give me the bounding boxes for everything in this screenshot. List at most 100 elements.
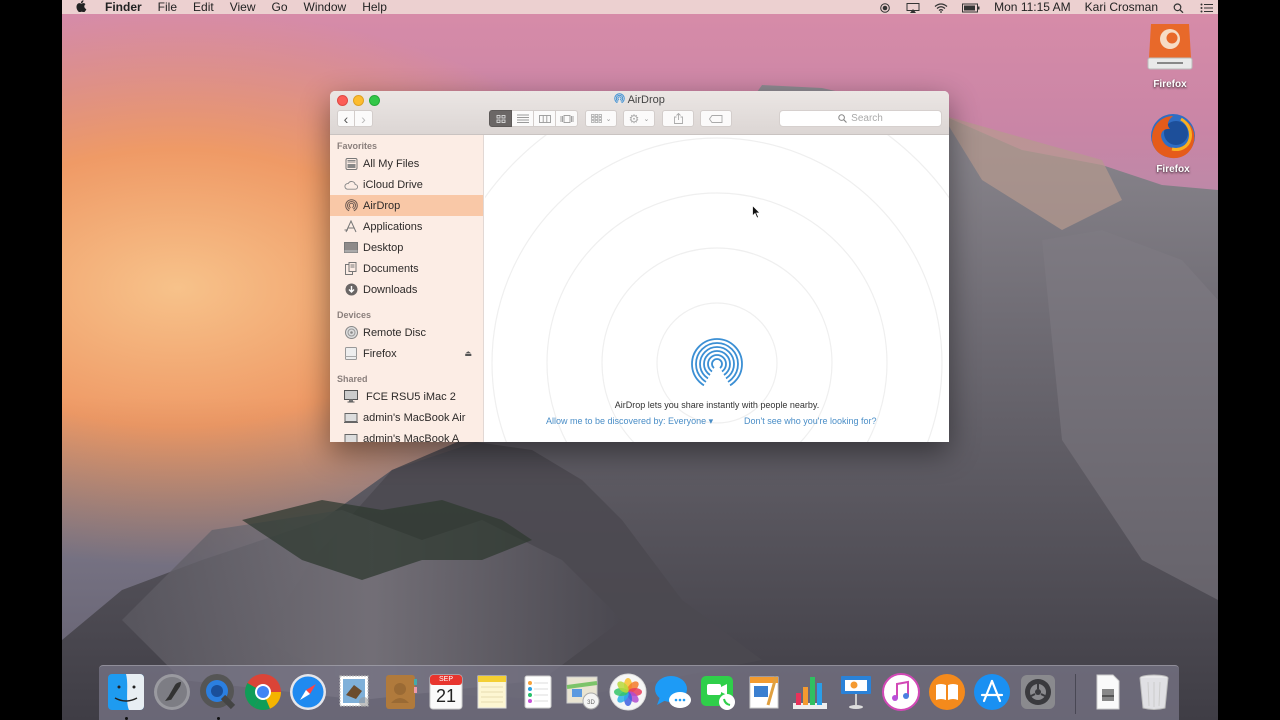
gear-icon: ⚙	[628, 111, 640, 126]
tag-icon	[709, 114, 723, 123]
spotlight-icon[interactable]	[1165, 0, 1193, 14]
menu-view[interactable]: View	[222, 0, 264, 14]
sidebar-item-desktop[interactable]: Desktop	[330, 237, 483, 258]
menu-file[interactable]: File	[150, 0, 185, 14]
dock-pages[interactable]	[746, 673, 784, 711]
eject-icon[interactable]: ⏏	[464, 349, 472, 358]
menu-help[interactable]: Help	[354, 0, 395, 14]
dock-ibooks[interactable]	[928, 673, 966, 711]
sidebar: Favorites All My Files iCloud Drive AirD…	[330, 135, 484, 442]
icon-view-button[interactable]	[489, 110, 512, 127]
list-view-button[interactable]	[512, 110, 534, 127]
airdrop-icon	[614, 93, 625, 104]
forward-button[interactable]: ›	[355, 110, 373, 127]
documents-icon	[344, 262, 358, 275]
sidebar-header-favorites: Favorites	[337, 141, 378, 151]
sidebar-item-firefox-drive[interactable]: Firefox ⏏	[330, 343, 483, 364]
desktop-icon-firefox-disk[interactable]: Firefox	[1135, 22, 1205, 90]
column-view-icon	[538, 114, 551, 123]
dock-numbers[interactable]	[791, 673, 829, 711]
sidebar-item-applications[interactable]: Applications	[330, 216, 483, 237]
menu-go[interactable]: Go	[264, 0, 296, 14]
battery-icon[interactable]	[955, 0, 987, 14]
svg-text:3D: 3D	[587, 700, 595, 706]
dock-maps[interactable]: 3D	[564, 673, 602, 711]
back-button[interactable]: ‹	[337, 110, 355, 127]
sidebar-item-label: All My Files	[363, 157, 420, 170]
finder-window: AirDrop ‹ › ⌄ ⚙ ⌄ Search Favorites All M…	[330, 91, 949, 442]
sidebar-item-admins-macbook-a[interactable]: admin's MacBook A	[330, 428, 483, 442]
dock-facetime[interactable]	[699, 673, 737, 711]
menu-app-name[interactable]: Finder	[97, 0, 150, 14]
desktop-icon-label: Firefox	[1156, 164, 1190, 175]
clock[interactable]: Mon 11:15 AM	[987, 0, 1078, 14]
dock-launchpad[interactable]	[153, 673, 191, 711]
desktop-icon-label: Firefox	[1153, 79, 1187, 90]
search-placeholder: Search	[851, 113, 883, 124]
discoverability-menu[interactable]: Allow me to be discovered by: Everyone ▾	[546, 416, 713, 427]
dock-app-store[interactable]	[973, 673, 1011, 711]
search-icon	[838, 114, 848, 123]
action-button[interactable]: ⚙ ⌄	[623, 110, 655, 127]
laptop-icon	[344, 411, 358, 424]
sidebar-header-devices: Devices	[337, 310, 372, 320]
dock-itunes[interactable]	[882, 673, 920, 711]
sidebar-item-label: AirDrop	[363, 199, 401, 212]
window-title: AirDrop	[330, 93, 949, 106]
cover-flow-view-button[interactable]	[556, 110, 578, 127]
share-button[interactable]	[662, 110, 694, 127]
wifi-icon[interactable]	[927, 0, 955, 14]
help-link[interactable]: Don't see who you're looking for?	[744, 416, 877, 426]
dock-messages[interactable]	[654, 673, 692, 711]
laptop-icon	[344, 432, 358, 442]
dock-trash[interactable]	[1135, 673, 1173, 711]
window-title-text: AirDrop	[627, 94, 665, 106]
sidebar-item-airdrop[interactable]: AirDrop	[330, 195, 483, 216]
sidebar-item-remote-disc[interactable]: Remote Disc	[330, 322, 483, 343]
sidebar-item-label: Desktop	[363, 241, 404, 254]
arrange-button[interactable]: ⌄	[585, 110, 617, 127]
chevron-down-icon: ⌄	[605, 115, 612, 123]
sidebar-item-icloud-drive[interactable]: iCloud Drive	[330, 174, 483, 195]
arrange-icon	[590, 114, 602, 123]
dock-notes[interactable]	[473, 673, 511, 711]
list-view-icon	[516, 114, 529, 123]
desktop-icon-firefox-app[interactable]: Firefox	[1138, 111, 1208, 175]
dock-finder[interactable]	[107, 673, 145, 711]
title-bar[interactable]: AirDrop ‹ › ⌄ ⚙ ⌄ Search	[330, 91, 949, 135]
cover-flow-icon	[560, 114, 573, 123]
record-icon[interactable]	[871, 0, 899, 14]
airplay-icon[interactable]	[899, 0, 927, 14]
dock-quicktime[interactable]	[199, 673, 237, 711]
column-view-button[interactable]	[534, 110, 556, 127]
apple-icon[interactable]	[62, 0, 97, 15]
downloads-icon	[344, 283, 358, 296]
dock-mail[interactable]	[336, 673, 374, 711]
imac-icon	[344, 390, 358, 403]
dock-chrome[interactable]	[244, 673, 282, 711]
sidebar-item-all-my-files[interactable]: All My Files	[330, 153, 483, 174]
dock-contacts[interactable]	[382, 673, 420, 711]
tags-button[interactable]	[700, 110, 732, 127]
menu-edit[interactable]: Edit	[185, 0, 222, 14]
notification-center-icon[interactable]	[1193, 0, 1218, 14]
dock-system-preferences[interactable]	[1019, 673, 1057, 711]
icon-view-icon	[496, 114, 505, 123]
sidebar-item-fce-rsu5-imac-2[interactable]: FCE RSU5 iMac 2	[330, 386, 483, 407]
sidebar-header-shared: Shared	[337, 374, 368, 384]
dock-document[interactable]	[1089, 673, 1127, 711]
search-field[interactable]: Search	[779, 110, 942, 127]
dock-calendar[interactable]: SEP 21	[427, 673, 465, 711]
dock-photos[interactable]	[609, 673, 647, 711]
dock-separator	[1075, 674, 1076, 714]
dock-safari[interactable]	[289, 673, 327, 711]
sidebar-item-label: iCloud Drive	[363, 178, 423, 191]
dock-keynote[interactable]	[837, 673, 875, 711]
dock-reminders[interactable]	[519, 673, 557, 711]
menu-window[interactable]: Window	[296, 0, 355, 14]
sidebar-item-documents[interactable]: Documents	[330, 258, 483, 279]
sidebar-item-admins-macbook-air[interactable]: admin's MacBook Air	[330, 407, 483, 428]
sidebar-item-downloads[interactable]: Downloads	[330, 279, 483, 300]
dock: SEP 21 3D	[99, 665, 1179, 720]
user-name[interactable]: Kari Crosman	[1078, 0, 1165, 14]
